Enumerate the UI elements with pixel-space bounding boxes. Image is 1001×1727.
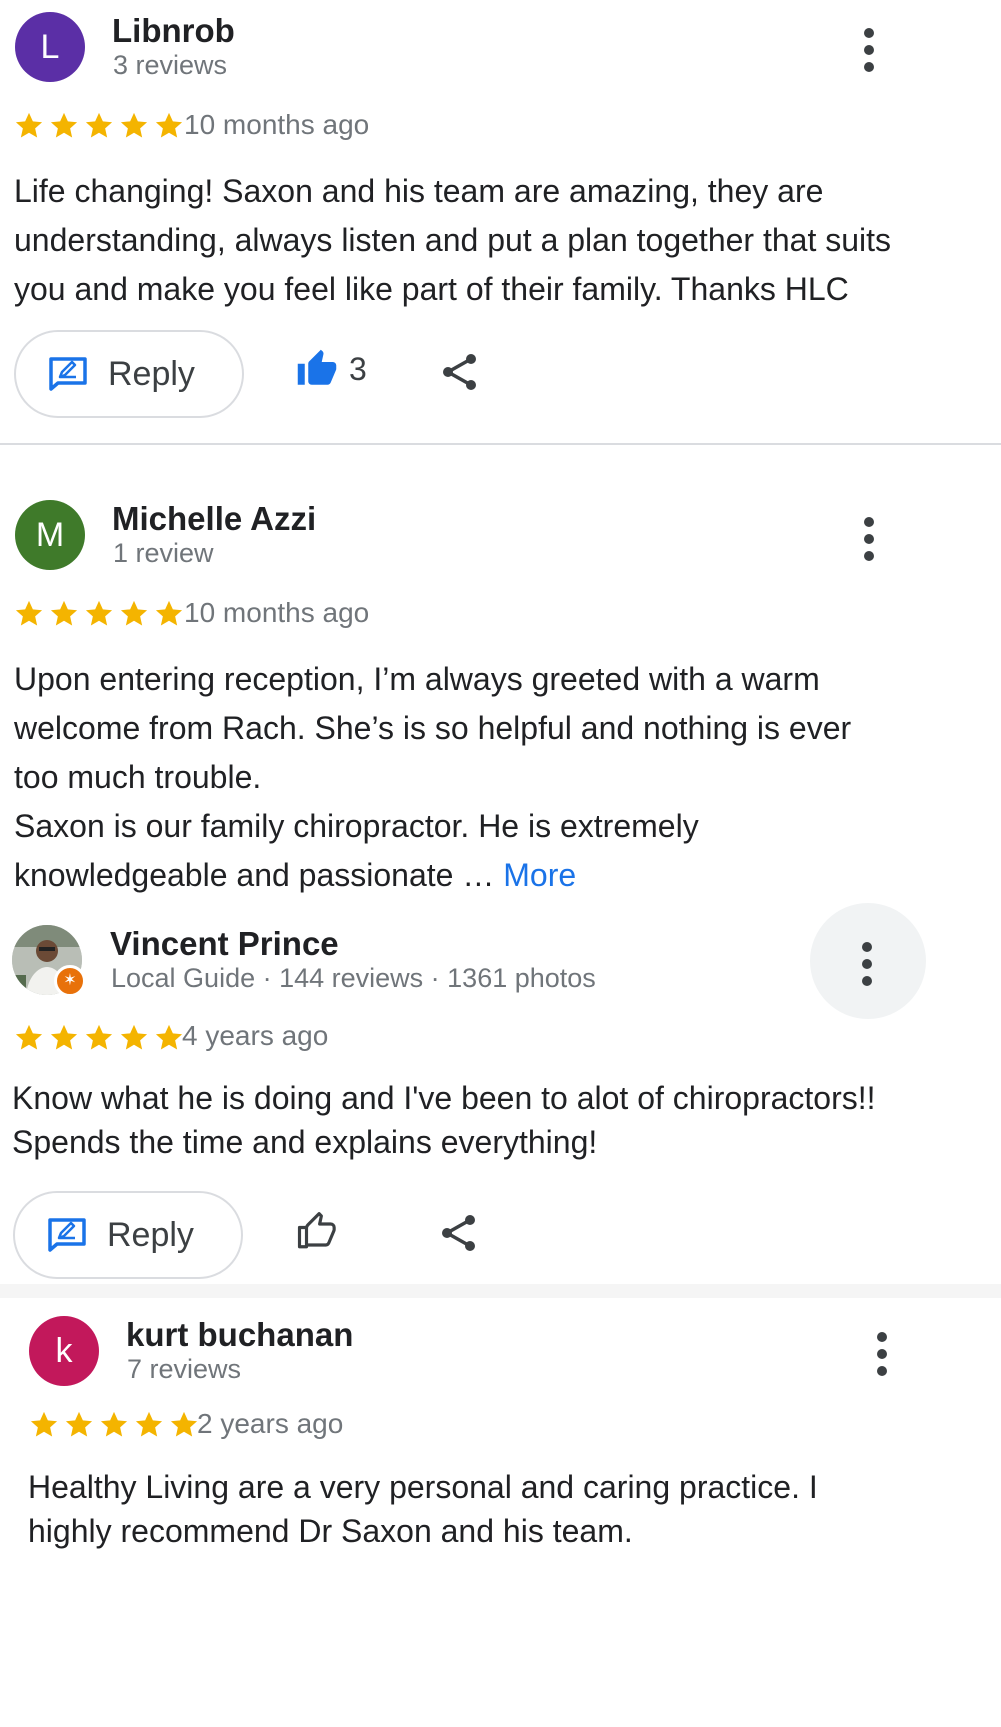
review-card: M Michelle Azzi 1 review 10 months ago U… (0, 460, 1001, 893)
star-icon (152, 598, 186, 630)
like-count: 3 (349, 350, 367, 387)
review-text: Life changing! Saxon and his team are am… (14, 173, 892, 307)
thumb-up-filled-icon (297, 349, 337, 385)
share-icon[interactable] (440, 352, 480, 392)
star-rating (12, 598, 186, 630)
more-options-icon[interactable] (857, 942, 877, 986)
star-icon (62, 1409, 96, 1441)
review-time: 10 months ago (184, 597, 370, 628)
star-rating (12, 110, 186, 142)
avatar[interactable]: k (29, 1316, 99, 1386)
star-icon (27, 1409, 61, 1441)
reviewer-name[interactable]: Libnrob (112, 12, 235, 50)
star-icon (47, 110, 81, 142)
like-button[interactable]: 3 (295, 348, 367, 390)
local-guide-badge-icon: ✶ (54, 965, 86, 997)
star-rating (12, 1022, 186, 1054)
star-icon (152, 1022, 186, 1054)
more-options-icon[interactable] (872, 1332, 892, 1376)
star-icon (82, 598, 116, 630)
reply-icon (48, 1218, 86, 1252)
star-icon (117, 598, 151, 630)
review-card: L Libnrob 3 reviews 10 months ago Life c… (0, 0, 1001, 440)
star-icon (167, 1409, 201, 1441)
star-icon (117, 110, 151, 142)
reply-button[interactable]: Reply (14, 330, 244, 418)
star-icon (12, 598, 46, 630)
reply-label: Reply (107, 1215, 194, 1254)
avatar[interactable]: M (15, 500, 85, 570)
star-icon (12, 1022, 46, 1054)
reviewer-name[interactable]: kurt buchanan (126, 1316, 353, 1354)
review-card: k kurt buchanan 7 reviews 2 years ago He… (0, 1298, 1001, 1727)
star-icon (132, 1409, 166, 1441)
thumb-up-outline-icon (297, 1212, 336, 1249)
avatar[interactable]: L (15, 12, 85, 82)
like-button[interactable] (295, 1210, 339, 1252)
reply-label: Reply (108, 354, 195, 393)
star-icon (47, 598, 81, 630)
reviewer-meta: 7 reviews (127, 1354, 242, 1384)
more-options-icon[interactable] (859, 28, 879, 72)
review-time: 4 years ago (182, 1020, 329, 1051)
reviewer-meta: 1 review (113, 538, 214, 568)
review-time: 10 months ago (184, 109, 370, 140)
star-icon (152, 110, 186, 142)
star-icon (82, 1022, 116, 1054)
star-icon (82, 110, 116, 142)
reviewer-name[interactable]: Vincent Prince (110, 925, 339, 963)
reply-icon (49, 357, 87, 391)
more-options-icon[interactable] (859, 517, 879, 561)
reviewer-meta: 3 reviews (113, 50, 228, 80)
star-icon (117, 1022, 151, 1054)
reviewer-meta: Local Guide · 144 reviews · 1361 photos (111, 963, 596, 993)
reviewer-name[interactable]: Michelle Azzi (112, 500, 316, 538)
divider (0, 443, 1001, 445)
review-time: 2 years ago (197, 1408, 344, 1439)
review-text: Know what he is doing and I've been to a… (12, 1080, 876, 1160)
reply-button[interactable]: Reply (13, 1191, 243, 1279)
star-icon (97, 1409, 131, 1441)
star-rating (27, 1409, 201, 1441)
star-icon (12, 110, 46, 142)
more-link[interactable]: More (503, 857, 576, 893)
star-icon (47, 1022, 81, 1054)
user-photo-avatar[interactable]: ✶ (12, 925, 86, 997)
divider (0, 1284, 1001, 1298)
review-text: Upon entering reception, I’m always gree… (14, 661, 852, 893)
review-card: ✶ Vincent Prince Local Guide · 144 revie… (0, 900, 1001, 1280)
review-text: Healthy Living are a very personal and c… (28, 1469, 818, 1549)
review-text-truncated: Saxon is our family chiropractor. He is … (14, 808, 699, 893)
share-icon[interactable] (439, 1213, 479, 1253)
